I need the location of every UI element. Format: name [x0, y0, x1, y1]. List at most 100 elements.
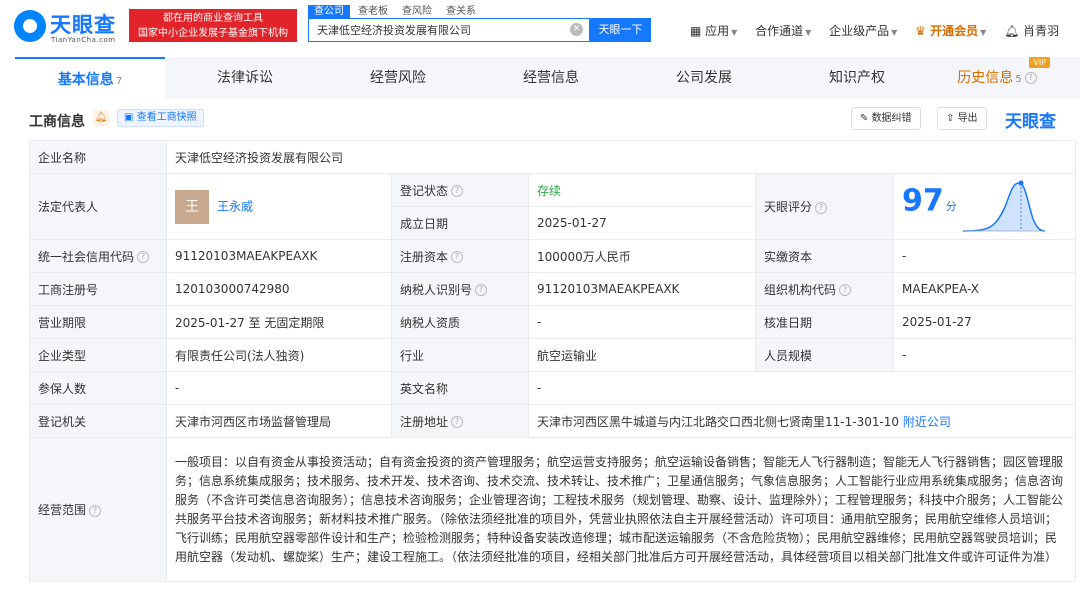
top-nav: ▦ 应用 ▼ 合作通道 ▼ 企业级产品 ▼ ♛ 开通会员 ▼ 🔔︎ 肖青羽: [690, 22, 1073, 40]
taxpayer-value: -: [528, 305, 756, 339]
clear-icon[interactable]: ✕: [570, 23, 583, 36]
nav-user[interactable]: 🔔︎ 肖青羽: [1004, 24, 1059, 38]
chevron-down-icon: ▼: [980, 28, 987, 37]
vip-badge: VIP: [1029, 57, 1050, 68]
search-input[interactable]: [309, 19, 559, 41]
score-unit: 分: [945, 200, 957, 213]
term-label: 营业期限: [29, 305, 167, 339]
status-label: 登记状态?: [391, 173, 529, 207]
address-value: 天津市河西区黑牛城道与内江北路交口西北侧七贤南里11-1-301-10: [537, 414, 900, 429]
avatar[interactable]: 王: [175, 189, 209, 224]
search-tab-risk[interactable]: 查风险: [396, 5, 438, 19]
credit-code-label: 统一社会信用代码?: [29, 239, 167, 273]
banner-line2: 国家中小企业发展子基金旗下机构: [138, 28, 288, 39]
score-cell[interactable]: 97 分: [892, 173, 1077, 240]
logo-eye-icon: [14, 10, 46, 42]
search-button[interactable]: 天眼一下: [590, 18, 651, 42]
chevron-down-icon: ▼: [731, 28, 738, 37]
search-tab-company[interactable]: 查公司: [308, 5, 350, 19]
crown-icon: ♛: [915, 24, 931, 38]
apps-icon: ▦: [690, 24, 706, 38]
help-icon[interactable]: ?: [839, 284, 852, 296]
export-icon: ⇪: [946, 113, 958, 124]
taxpayer-label: 纳税人资质: [391, 305, 529, 339]
tab-basic-info[interactable]: 基本信息 7: [15, 57, 165, 99]
bell-icon[interactable]: 🔔︎: [1004, 24, 1023, 38]
help-icon[interactable]: ?: [475, 284, 488, 296]
nav-vip[interactable]: ♛ 开通会员 ▼: [915, 24, 986, 38]
scope-label: 经营范围?: [29, 437, 167, 582]
help-icon[interactable]: ?: [137, 251, 150, 263]
logo-text: 天眼查: [50, 13, 116, 37]
staff-value: -: [892, 338, 1077, 372]
org-code-value: MAEAKPEA-X: [892, 272, 1077, 306]
insured-value: -: [166, 371, 392, 405]
main-tabs: 基本信息 7 法律诉讼 经营风险 经营信息 公司发展 知识产权 历史信息 5? VIP: [15, 57, 1080, 99]
tax-id-value: 91120103MAEAKPEAXK: [528, 272, 756, 306]
tab-ip[interactable]: 知识产权: [782, 57, 932, 99]
help-icon[interactable]: ?: [451, 416, 464, 428]
nav-partner[interactable]: 合作通道 ▼: [755, 24, 811, 38]
logo[interactable]: 天眼查 TianYanCha.com: [14, 9, 126, 45]
business-info-table: 企业名称 天津低空经济投资发展有限公司 法定代表人 王王永威 登记状态? 存续 …: [29, 140, 1077, 582]
status-value: 存续: [528, 173, 756, 207]
en-name-label: 英文名称: [391, 371, 529, 405]
chevron-down-icon: ▼: [805, 28, 812, 37]
type-label: 企业类型: [29, 338, 167, 372]
reg-capital-value: 100000万人民币: [528, 239, 756, 273]
approve-value: 2025-01-27: [892, 305, 1077, 339]
tab-legal[interactable]: 法律诉讼: [170, 57, 320, 99]
term-value: 2025-01-27 至 无固定期限: [166, 305, 392, 339]
help-icon[interactable]: ?: [815, 201, 828, 214]
insured-label: 参保人数: [29, 371, 167, 405]
help-icon[interactable]: ?: [451, 251, 464, 263]
camera-icon: ▣: [124, 112, 137, 123]
section-title: 工商信息: [29, 114, 85, 130]
founded-value: 2025-01-27: [528, 206, 756, 240]
reg-no-value: 120103000742980: [166, 272, 392, 306]
legal-rep-link[interactable]: 王永威: [217, 199, 253, 213]
reg-capital-label: 注册资本?: [391, 239, 529, 273]
tab-risk[interactable]: 经营风险: [323, 57, 473, 99]
export-button[interactable]: ⇪ 导出: [937, 107, 987, 130]
logo-domain: TianYanCha.com: [51, 36, 116, 44]
authority-label: 登记机关: [29, 404, 167, 438]
tab-development[interactable]: 公司发展: [629, 57, 779, 99]
legal-rep-cell: 王王永威: [166, 173, 392, 240]
search-tab-boss[interactable]: 查老板: [352, 5, 394, 19]
banner-line1: 都在用的商业查询工具: [163, 13, 263, 24]
top-bar: 天眼查 TianYanCha.com 都在用的商业查询工具 国家中小企业发展子基…: [0, 0, 1080, 56]
company-name-label: 企业名称: [29, 140, 167, 174]
paid-capital-value: -: [892, 239, 1077, 273]
tab-operation[interactable]: 经营信息: [476, 57, 626, 99]
nav-enterprise[interactable]: 企业级产品 ▼: [829, 24, 897, 38]
brand-logo: 天眼查: [1005, 112, 1056, 132]
help-icon[interactable]: ?: [451, 185, 464, 197]
search-type-tabs: 查公司 查老板 查风险 查关系: [308, 3, 484, 19]
search-tab-relation[interactable]: 查关系: [440, 5, 482, 19]
section-header: 工商信息 🔔︎ ▣ 查看工商快照 ✎ 数据纠错 ⇪ 导出 天眼查: [15, 103, 1080, 133]
approve-label: 核准日期: [755, 305, 894, 339]
nav-apps[interactable]: ▦ 应用 ▼: [690, 24, 737, 38]
paid-capital-label: 实缴资本: [755, 239, 894, 273]
en-name-value: -: [527, 371, 1077, 405]
score-value: 97: [902, 183, 944, 218]
help-icon[interactable]: ?: [1024, 72, 1037, 84]
score-distribution-icon: [962, 180, 1045, 232]
promo-banner[interactable]: 都在用的商业查询工具 国家中小企业发展子基金旗下机构: [129, 9, 297, 42]
snapshot-button[interactable]: ▣ 查看工商快照: [117, 109, 204, 127]
scope-value: 一般项目：以自有资金从事投资活动；自有资金投资的资产管理服务；航空运营支持服务；…: [165, 437, 1077, 582]
bell-icon[interactable]: 🔔︎: [93, 110, 109, 126]
nearby-companies-link[interactable]: 附近公司: [903, 415, 951, 429]
founded-label: 成立日期: [391, 206, 529, 240]
staff-label: 人员规模: [755, 338, 894, 372]
reg-no-label: 工商注册号: [29, 272, 167, 306]
address-label: 注册地址?: [391, 404, 529, 438]
data-correct-button[interactable]: ✎ 数据纠错: [851, 107, 921, 130]
authority-value: 天津市河西区市场监督管理局: [166, 404, 392, 438]
type-value: 有限责任公司(法人独资): [166, 338, 392, 372]
chevron-down-icon: ▼: [891, 28, 898, 37]
help-icon[interactable]: ?: [89, 504, 102, 517]
tab-history[interactable]: 历史信息 5? VIP: [922, 57, 1072, 99]
search-box: ✕: [308, 18, 590, 42]
